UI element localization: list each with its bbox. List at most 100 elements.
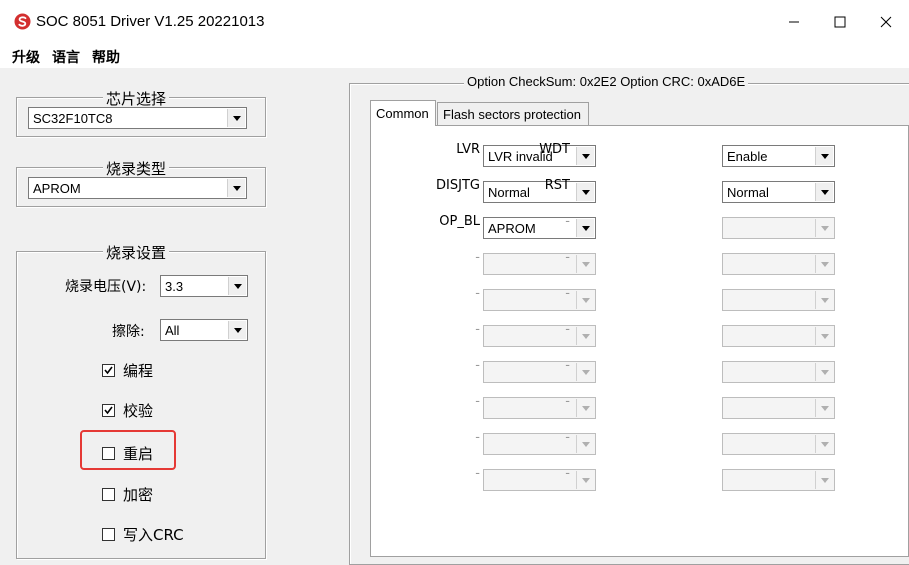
chevron-down-icon — [233, 327, 242, 333]
chevron-down-icon — [820, 405, 829, 411]
checkbox-label: 编程 — [123, 362, 154, 380]
checkbox-3[interactable]: 加密 — [102, 484, 153, 505]
erase-value: All — [165, 323, 180, 338]
chevron-down-icon — [820, 225, 829, 231]
checkbox-label: 校验 — [123, 402, 154, 420]
close-button[interactable] — [863, 0, 909, 44]
right-option-label: - — [565, 322, 570, 337]
chevron-down-icon — [581, 477, 590, 483]
left-option-label: - — [475, 358, 480, 373]
left-option-dropdown — [483, 433, 596, 455]
burn-type-value: APROM — [33, 181, 81, 196]
voltage-value: 3.3 — [165, 279, 184, 294]
right-option-dropdown — [722, 397, 835, 419]
maximize-button[interactable] — [817, 0, 863, 44]
menu-language[interactable]: 语言 — [52, 47, 80, 67]
right-option-value: Enable — [727, 149, 768, 164]
checkbox-4[interactable]: 写入CRC — [102, 524, 184, 545]
chevron-down-icon — [581, 369, 590, 375]
burn-type-dropdown[interactable]: APROM — [28, 177, 247, 199]
checkbox-label: 加密 — [123, 486, 154, 504]
burn-type-group: 烧录类型 APROM — [16, 158, 266, 207]
chip-select-dropdown[interactable]: SC32F10TC8 — [28, 107, 247, 129]
checkbox-unchecked-icon[interactable] — [102, 488, 115, 501]
right-option-label: - — [565, 286, 570, 301]
maximize-icon — [834, 16, 846, 28]
chip-select-value: SC32F10TC8 — [33, 111, 113, 126]
left-option-label: OP_BL — [439, 214, 480, 229]
left-option-dropdown[interactable]: Normal — [483, 181, 596, 203]
close-icon — [880, 16, 892, 28]
chip-select-group: 芯片选择 SC32F10TC8 — [16, 88, 266, 137]
chevron-down-icon — [581, 189, 590, 195]
chevron-down-icon — [820, 333, 829, 339]
left-option-label: - — [475, 322, 480, 337]
checkbox-0[interactable]: 编程 — [102, 360, 153, 381]
right-option-dropdown — [722, 433, 835, 455]
erase-label: 擦除: — [112, 324, 145, 340]
right-option-label: WDT — [539, 142, 570, 157]
right-option-label: - — [565, 214, 570, 229]
menu-bar: 升级 语言 帮助 — [0, 44, 909, 69]
chevron-down-icon — [581, 297, 590, 303]
erase-dropdown[interactable]: All — [160, 319, 248, 341]
right-option-label: - — [565, 250, 570, 265]
left-option-dropdown — [483, 361, 596, 383]
tab-common[interactable]: Common — [370, 100, 436, 126]
chevron-down-icon — [820, 477, 829, 483]
chevron-down-icon — [581, 225, 590, 231]
title-bar: SOC 8051 Driver V1.25 20221013 — [0, 0, 909, 44]
right-option-label: - — [565, 430, 570, 445]
right-option-dropdown — [722, 325, 835, 347]
check-icon — [104, 366, 113, 375]
voltage-label: 烧录电压(V): — [65, 279, 147, 295]
chevron-down-icon — [820, 369, 829, 375]
left-option-value: Normal — [488, 185, 530, 200]
chevron-down-icon — [233, 283, 242, 289]
chevron-down-icon — [820, 153, 829, 159]
check-icon — [104, 406, 113, 415]
checkbox-1[interactable]: 校验 — [102, 400, 153, 421]
app-logo-icon — [14, 13, 31, 30]
tab-flash-sectors-protection[interactable]: Flash sectors protection — [437, 102, 589, 126]
left-option-label: - — [475, 250, 480, 265]
checkbox-checked-icon[interactable] — [102, 364, 115, 377]
left-option-dropdown[interactable]: APROM — [483, 217, 596, 239]
left-option-dropdown — [483, 325, 596, 347]
right-option-dropdown — [722, 217, 835, 239]
left-option-label: - — [475, 394, 480, 409]
menu-upgrade[interactable]: 升级 — [12, 47, 40, 67]
window-title: SOC 8051 Driver V1.25 20221013 — [36, 13, 265, 30]
right-option-label: - — [565, 394, 570, 409]
right-option-label: - — [565, 466, 570, 481]
chevron-down-icon — [581, 261, 590, 267]
common-tab-panel: LVR LVR invalid DISJTG Normal OP_BL APROM - - - -… — [370, 125, 909, 557]
right-option-dropdown[interactable]: Enable — [722, 145, 835, 167]
chevron-down-icon — [232, 115, 241, 121]
chevron-down-icon — [820, 189, 829, 195]
checkbox-unchecked-icon[interactable] — [102, 528, 115, 541]
right-option-dropdown — [722, 289, 835, 311]
chevron-down-icon — [232, 185, 241, 191]
chevron-down-icon — [581, 333, 590, 339]
checkbox-label: 写入CRC — [123, 526, 184, 544]
right-option-dropdown — [722, 253, 835, 275]
chevron-down-icon — [820, 297, 829, 303]
checkbox-checked-icon[interactable] — [102, 404, 115, 417]
right-option-label: RST — [544, 178, 570, 193]
voltage-dropdown[interactable]: 3.3 — [160, 275, 248, 297]
minimize-button[interactable] — [771, 0, 817, 44]
menu-help[interactable]: 帮助 — [92, 47, 120, 67]
options-header: Option CheckSum: 0x2E2 Option CRC: 0xAD6… — [464, 74, 749, 89]
minimize-icon — [789, 21, 799, 23]
chip-select-title: 芯片选择 — [103, 88, 170, 109]
left-option-value: APROM — [488, 221, 536, 236]
left-option-dropdown — [483, 253, 596, 275]
chevron-down-icon — [820, 441, 829, 447]
left-option-dropdown — [483, 289, 596, 311]
right-option-value: Normal — [727, 185, 769, 200]
chevron-down-icon — [581, 405, 590, 411]
left-option-label: LVR — [456, 142, 480, 157]
right-option-dropdown[interactable]: Normal — [722, 181, 835, 203]
highlight-box — [80, 430, 176, 470]
